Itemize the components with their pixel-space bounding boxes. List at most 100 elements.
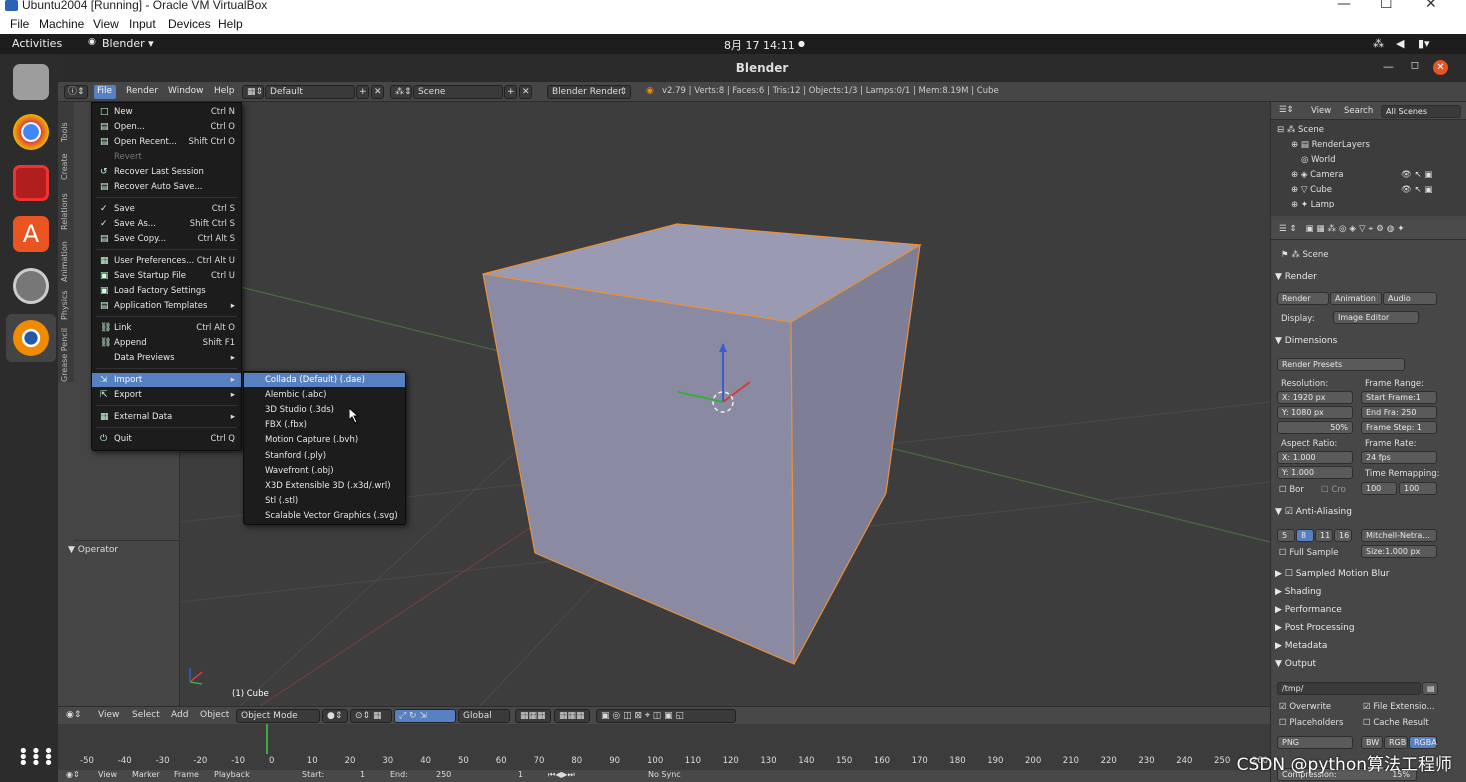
crop-checkbox[interactable]: ☐ Cro: [1321, 485, 1346, 495]
playback-controls-icon[interactable]: ⏮◀▶⏭: [548, 770, 575, 780]
scene-add-icon[interactable]: +: [504, 85, 517, 99]
import-item-scalable-vector-graphics-svg[interactable]: Scalable Vector Graphics (.svg): [244, 509, 405, 523]
visibility-icons[interactable]: 👁 ↖ ▣: [1401, 170, 1432, 180]
file-menu-item-quit[interactable]: ⏻ Quit Ctrl Q: [92, 432, 241, 446]
current-frame-marker[interactable]: [266, 724, 268, 754]
outliner-search[interactable]: Search: [1344, 106, 1373, 116]
scene-selector[interactable]: Scene: [413, 85, 503, 99]
import-item-stanford-ply[interactable]: Stanford (.ply): [244, 449, 405, 463]
file-menu-item-load-factory-settings[interactable]: ▣ Load Factory Settings: [92, 284, 241, 298]
overwrite-checkbox[interactable]: ☑ Overwrite: [1279, 702, 1331, 712]
current-frame-value[interactable]: 1: [518, 770, 523, 779]
menu-file[interactable]: File: [97, 86, 112, 96]
tab-create[interactable]: Create: [60, 153, 69, 180]
file-menu-item-save-as[interactable]: ✓ Save As... Shift Ctrl S: [92, 217, 241, 231]
remap-new[interactable]: 100: [1399, 482, 1437, 495]
file-menu-item-user-preferences[interactable]: ▦ User Preferences... Ctrl Alt U: [92, 254, 241, 268]
clock[interactable]: 8月 17 14:11: [724, 37, 795, 53]
file-menu-item-export[interactable]: ⇱ Export ▸: [92, 388, 241, 402]
app-menu[interactable]: Blender ▾: [102, 37, 154, 50]
view3d-menu-view[interactable]: View: [98, 710, 119, 720]
file-format[interactable]: PNG: [1277, 736, 1353, 749]
remap-old[interactable]: 100: [1361, 482, 1397, 495]
operator-panel-header[interactable]: ▼ Operator: [68, 545, 118, 555]
import-item-alembic-abc[interactable]: Alembic (.abc): [244, 388, 405, 402]
rgba-button[interactable]: RGBA: [1409, 736, 1437, 749]
show-apps-icon[interactable]: ••• ••• •••: [18, 743, 56, 773]
import-item-x3d-extensible-3d-x3d-wrl[interactable]: X3D Extensible 3D (.x3d/.wrl): [244, 479, 405, 493]
filter-size[interactable]: Size:1.000 px: [1361, 545, 1437, 558]
pivot-icon[interactable]: ⊙⇕ ▦: [350, 709, 392, 723]
manipulator-icons[interactable]: ⤢ ↻ ⇲: [394, 709, 456, 723]
outliner-view[interactable]: View: [1311, 106, 1331, 116]
render-engine-selector[interactable]: Blender Render ⇕: [547, 85, 631, 99]
output-path[interactable]: /tmp/: [1277, 682, 1421, 695]
shading-icon[interactable]: ●⇕: [322, 709, 348, 723]
win-close-icon[interactable]: ✕: [1433, 60, 1448, 75]
visibility-icons-cube[interactable]: 👁 ↖ ▣: [1401, 185, 1432, 195]
bw-button[interactable]: BW: [1361, 736, 1383, 749]
layers-a[interactable]: ▦▦▦: [515, 709, 551, 723]
tab-tools[interactable]: Tools: [60, 122, 69, 142]
menu-render[interactable]: Render: [126, 86, 158, 96]
cache-result-checkbox[interactable]: ☐ Cache Result: [1363, 718, 1429, 728]
file-menu-item-open[interactable]: ▤ Open... Ctrl O: [92, 120, 241, 134]
win-maximize-icon[interactable]: ◻: [1411, 60, 1419, 71]
file-menu-item-import[interactable]: ⇲ Import ▸: [92, 373, 241, 387]
resolution-y[interactable]: Y: 1080 px: [1277, 406, 1353, 419]
view3d-menu-object[interactable]: Object: [200, 710, 229, 720]
file-menu-item-external-data[interactable]: ▦ External Data ▸: [92, 410, 241, 424]
snap-tools[interactable]: ▣ ◎ ◫ ⊠ ⌖ ◫ ▣ ◱: [596, 709, 736, 723]
motion-blur-section[interactable]: ▶ ☐ Sampled Motion Blur: [1275, 569, 1459, 579]
render-button[interactable]: Render: [1277, 292, 1329, 305]
scene-remove-icon[interactable]: ✕: [519, 85, 532, 99]
metadata-section[interactable]: ▶ Metadata: [1275, 641, 1459, 651]
animation-button[interactable]: Animation: [1330, 292, 1382, 305]
aa-8[interactable]: 8: [1296, 529, 1314, 542]
volume-icon[interactable]: ◀: [1396, 37, 1404, 50]
layout-icon[interactable]: ▦⇕: [242, 85, 264, 99]
performance-section[interactable]: ▶ Performance: [1275, 605, 1459, 615]
timeline[interactable]: -50 -40 -30 -20 -10 0 10 20 30 40 50 60 70 80 90 100 110…: [58, 724, 1300, 770]
outliner-camera[interactable]: ⊕ ◈ Camera: [1291, 170, 1343, 180]
properties-tab-icons[interactable]: ☰⇕ ▣▦⁂◎◈▽⌖⚙◍✦: [1279, 224, 1407, 234]
output-section[interactable]: ▼ Output: [1275, 659, 1459, 669]
fps-selector[interactable]: 24 fps: [1361, 451, 1437, 464]
view3d-menu-add[interactable]: Add: [171, 710, 188, 720]
battery-icon[interactable]: ▮▾: [1418, 37, 1430, 50]
win-minimize-icon[interactable]: —: [1383, 60, 1394, 73]
layout-remove-icon[interactable]: ✕: [371, 85, 384, 99]
terminal-icon[interactable]: [13, 165, 49, 201]
vbox-menu-devices[interactable]: Devices: [168, 17, 211, 31]
software-center-icon[interactable]: A: [13, 216, 49, 252]
import-item-motion-capture-bvh[interactable]: Motion Capture (.bvh): [244, 433, 405, 447]
vbox-menu-help[interactable]: Help: [218, 17, 243, 31]
tab-grease-pencil[interactable]: Grease Pencil: [60, 328, 69, 382]
placeholders-checkbox[interactable]: ☐ Placeholders: [1279, 718, 1343, 728]
full-sample-checkbox[interactable]: ☐ Full Sample: [1279, 548, 1338, 558]
menu-window[interactable]: Window: [168, 86, 204, 96]
aa-5[interactable]: 5: [1277, 529, 1295, 542]
import-item-3d-studio-3ds[interactable]: 3D Studio (.3ds): [244, 403, 405, 417]
minimize-icon[interactable]: —: [1337, 0, 1351, 12]
file-menu-item-save[interactable]: ✓ Save Ctrl S: [92, 202, 241, 216]
file-menu-item-append[interactable]: ⛓ Append Shift F1: [92, 336, 241, 350]
aspect-y[interactable]: Y: 1.000: [1277, 466, 1353, 479]
aa-11[interactable]: 11: [1315, 529, 1333, 542]
properties-tabs[interactable]: ☰⇕ ▣▦⁂◎◈▽⌖⚙◍✦: [1271, 220, 1466, 240]
resolution-x[interactable]: X: 1920 px: [1277, 391, 1353, 404]
sync-selector[interactable]: No Sync: [648, 770, 681, 779]
import-item-fbx-fbx[interactable]: FBX (.fbx): [244, 418, 405, 432]
outliner-editor-icon[interactable]: ☰⇕: [1279, 105, 1294, 115]
file-menu-item-revert[interactable]: Revert: [92, 150, 241, 164]
aa-16[interactable]: 16: [1334, 529, 1352, 542]
timeline-menu-playback[interactable]: Playback: [214, 770, 250, 779]
start-frame[interactable]: Start Frame:1: [1361, 391, 1437, 404]
view3d-editor-icon[interactable]: ◉⇕: [66, 710, 81, 720]
border-checkbox[interactable]: ☐ Bor: [1279, 485, 1304, 495]
display-selector[interactable]: Image Editor: [1333, 311, 1419, 324]
outliner-display-mode[interactable]: All Scenes: [1381, 105, 1461, 118]
file-menu-item-recover-last-session[interactable]: ↺ Recover Last Session: [92, 165, 241, 179]
menu-help[interactable]: Help: [214, 86, 235, 96]
layout-add-icon[interactable]: +: [356, 85, 369, 99]
